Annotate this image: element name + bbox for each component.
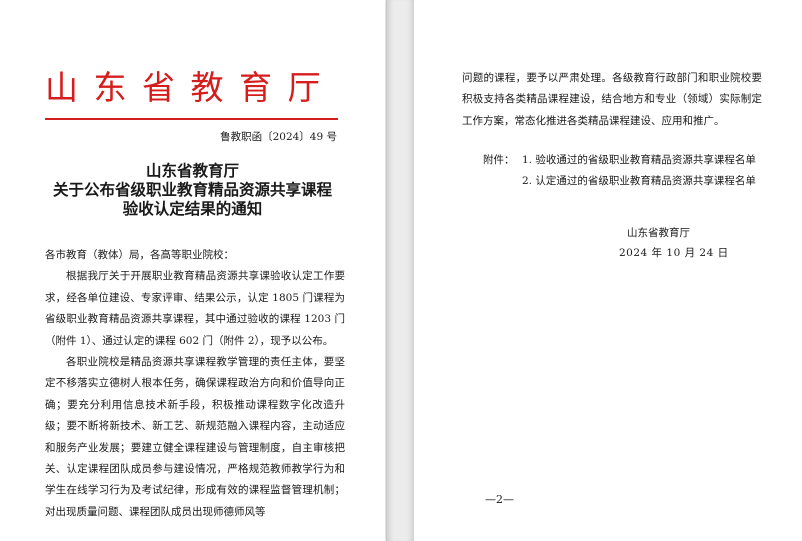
attachment-1-text: 1. 验收通过的省级职业教育精品资源共享课程名单 xyxy=(522,154,756,166)
attachments-list: 附件： 1. 验收通过的省级职业教育精品资源共享课程名单 2. 认定通过的省级职业… xyxy=(483,150,756,192)
page-number: —2— xyxy=(485,493,514,506)
org-red-header: 山东省教育厅 xyxy=(45,68,336,107)
document-body: 各市教育（教体）局，各高等职业院校： 根据我厅关于开展职业教育精品资源共享课验收… xyxy=(45,245,345,523)
page-gutter xyxy=(386,0,415,541)
document-page-2: 问题的课程，要予以严肃处理。各级教育行政部门和职业院校要积极支持各类精品课程建设… xyxy=(414,0,802,541)
title-line-3: 验收认定结果的通知 xyxy=(122,199,263,218)
body-paragraph-continued: 问题的课程，要予以严肃处理。各级教育行政部门和职业院校要积极支持各类精品课程建设… xyxy=(462,72,762,127)
addressee-line: 各市教育（教体）局，各高等职业院校： xyxy=(45,249,234,261)
title-line-2: 关于公布省级职业教育精品资源共享课程 xyxy=(52,180,332,199)
signature-organization: 山东省教育厅 xyxy=(627,227,690,239)
signature-date: 2024 年 10 月 24 日 xyxy=(619,247,729,259)
document-page-1: 山东省教育厅 鲁教职函〔2024〕49 号 山东省教育厅 关于公布省级职业教育精… xyxy=(0,0,385,541)
red-header-rule xyxy=(45,118,338,120)
document-title: 山东省教育厅 关于公布省级职业教育精品资源共享课程 验收认定结果的通知 xyxy=(45,161,340,218)
attachment-item-2: 2. 认定通过的省级职业教育精品资源共享课程名单 xyxy=(483,171,756,192)
document-number: 鲁教职函〔2024〕49 号 xyxy=(220,131,337,143)
body-paragraph-1: 根据我厅关于开展职业教育精品资源共享课验收认定工作要求，经各单位建设、专家评审、… xyxy=(45,270,345,347)
attachment-label: 附件： xyxy=(483,154,515,166)
body-paragraph-2: 各职业院校是精品资源共享课程教学管理的责任主体，要坚定不移落实立德树人根本任务，… xyxy=(45,356,345,518)
attachment-item-1: 附件： 1. 验收通过的省级职业教育精品资源共享课程名单 xyxy=(483,150,756,171)
continued-body: 问题的课程，要予以严肃处理。各级教育行政部门和职业院校要积极支持各类精品课程建设… xyxy=(462,68,762,132)
document-viewer: 山东省教育厅 鲁教职函〔2024〕49 号 山东省教育厅 关于公布省级职业教育精… xyxy=(0,0,802,541)
title-line-1: 山东省教育厅 xyxy=(145,161,239,180)
attachment-2-text: 2. 认定通过的省级职业教育精品资源共享课程名单 xyxy=(522,175,756,187)
